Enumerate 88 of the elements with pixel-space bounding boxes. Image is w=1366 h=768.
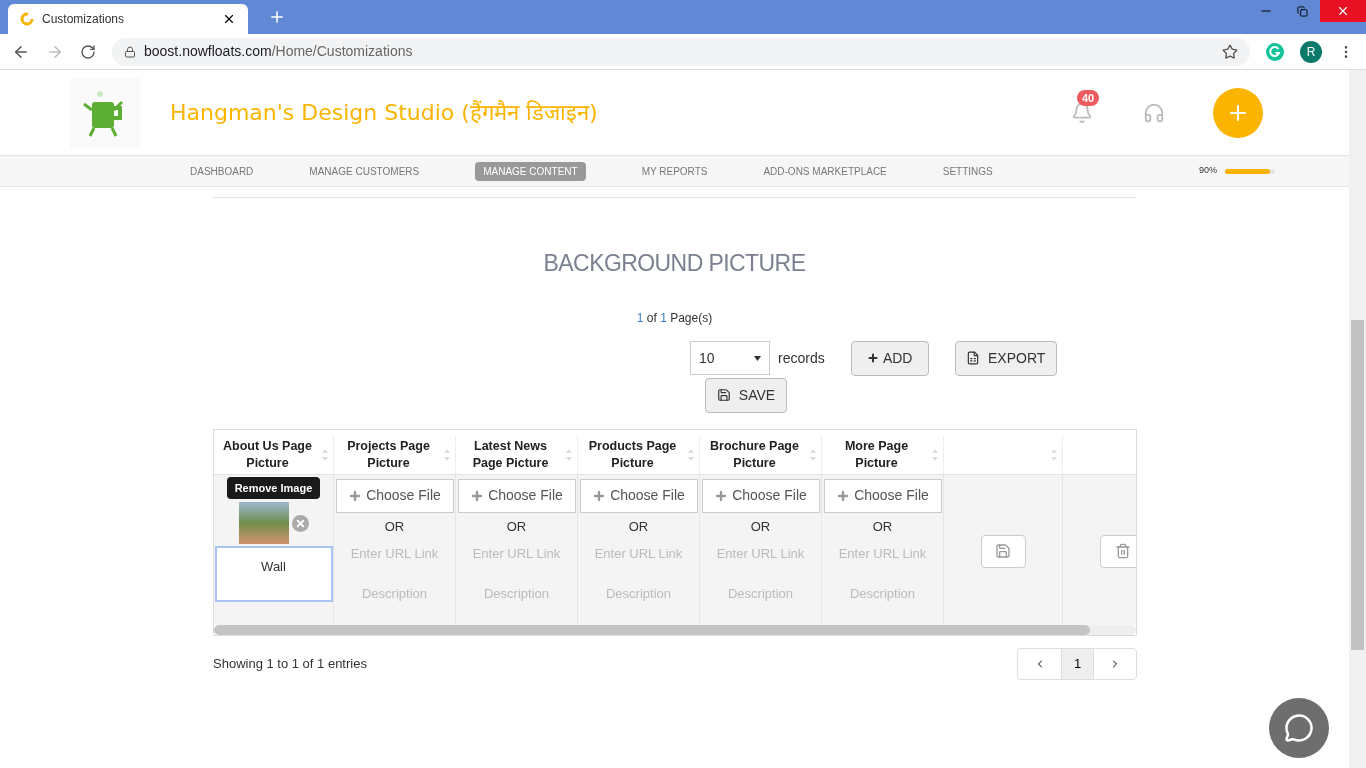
reload-icon[interactable] xyxy=(80,43,96,60)
plus-icon xyxy=(836,488,851,503)
choose-file-button[interactable]: Choose File xyxy=(823,478,942,513)
description-field[interactable]: Description xyxy=(339,583,450,603)
or-label: OR xyxy=(750,517,771,536)
mug-logo xyxy=(70,77,140,148)
chat-button[interactable] xyxy=(1269,698,1329,758)
plus-icon xyxy=(866,352,879,364)
page-info: 1 of 1 Page(s) xyxy=(635,309,714,327)
caret-icon xyxy=(754,355,761,361)
notification-count: 40 xyxy=(1077,89,1100,106)
horizontal-scrollbar[interactable] xyxy=(214,624,1136,635)
remove-image-button[interactable] xyxy=(291,514,309,532)
notification-bell-icon[interactable] xyxy=(1071,101,1093,124)
sort-icon[interactable] xyxy=(1050,447,1058,462)
close-icon xyxy=(1336,4,1350,18)
column-header[interactable]: More Page Picture xyxy=(822,435,944,474)
profile-avatar[interactable]: R xyxy=(1300,40,1322,63)
records-label: records xyxy=(778,348,825,368)
photo-placeholder xyxy=(238,502,289,544)
nav-tab[interactable]: SETTINGS xyxy=(942,163,993,179)
browser-tab[interactable]: Customizations xyxy=(8,4,248,34)
nav-tab[interactable]: DASHBOARD xyxy=(190,163,254,179)
chat-bubble-icon xyxy=(1284,713,1314,743)
nav-tab[interactable]: MY REPORTS xyxy=(641,163,708,179)
url-field[interactable]: Enter URL Link xyxy=(339,544,450,564)
column-header[interactable]: Latest News Page Picture xyxy=(456,435,578,474)
url-field[interactable]: Enter URL Link xyxy=(461,544,572,564)
column-header[interactable]: Brochure Page Picture xyxy=(700,435,822,474)
choose-file-button[interactable]: Choose File xyxy=(335,478,454,513)
column-header[interactable]: Products Page Picture xyxy=(578,435,700,474)
brand-title: Hangman's Design Studio (हैंगमैन डिजाइन) xyxy=(170,99,598,127)
window-close-button[interactable] xyxy=(1320,0,1366,22)
or-label: OR xyxy=(872,517,893,536)
records-select[interactable]: 10 xyxy=(690,341,770,375)
remove-image-tooltip: Remove Image xyxy=(226,476,321,499)
sort-icon[interactable] xyxy=(687,447,695,462)
description-field[interactable]: Description xyxy=(705,583,816,603)
close-icon xyxy=(294,517,306,529)
url-field[interactable]: Enter URL Link xyxy=(583,544,694,564)
bookmark-star-icon[interactable] xyxy=(1222,43,1238,60)
sort-icon[interactable] xyxy=(809,447,817,462)
nav-tab[interactable]: ADD-ONS MARKETPLACE xyxy=(763,163,887,179)
description-field[interactable]: Wall xyxy=(214,546,333,602)
new-tab-icon[interactable] xyxy=(268,8,286,26)
or-label: OR xyxy=(628,517,649,536)
page-button[interactable]: 1 xyxy=(1062,648,1094,679)
description-field[interactable]: Description xyxy=(461,583,572,603)
spreadsheet-icon xyxy=(966,351,981,365)
site-logo-icon xyxy=(20,12,34,26)
address-field[interactable]: boost.nowfloats.com/Home/Customizations xyxy=(112,37,1250,66)
close-icon[interactable] xyxy=(222,12,236,26)
export-button[interactable]: EXPORT xyxy=(954,340,1057,376)
plus-icon xyxy=(714,488,729,503)
choose-file-button[interactable]: Choose File xyxy=(457,478,576,513)
entries-info: Showing 1 to 1 of 1 entries xyxy=(213,654,368,673)
description-field[interactable]: Description xyxy=(827,583,938,603)
choose-file-button[interactable]: Choose File xyxy=(579,478,698,513)
add-button[interactable] xyxy=(1213,87,1263,138)
trash-icon xyxy=(1114,543,1131,559)
tab-title: Customizations xyxy=(42,11,126,28)
sort-icon[interactable] xyxy=(443,447,451,462)
plus-icon xyxy=(348,488,363,503)
or-label: OR xyxy=(506,517,527,536)
nav-tab[interactable]: MANAGE CUSTOMERS xyxy=(309,163,420,179)
add-record-button[interactable]: ADD xyxy=(850,340,929,376)
section-title: BACKGROUND PICTURE xyxy=(542,249,807,278)
profile-completion-reading: 90% xyxy=(1199,164,1217,178)
save-button[interactable]: SAVE xyxy=(705,377,787,413)
extension-icon[interactable] xyxy=(1266,42,1284,61)
column-header[interactable]: About Us Page Picture xyxy=(214,435,334,474)
url-field[interactable]: Enter URL Link xyxy=(705,544,816,564)
url-field[interactable]: Enter URL Link xyxy=(827,544,938,564)
description-field[interactable]: Description xyxy=(583,583,694,603)
sort-icon[interactable] xyxy=(321,447,329,462)
lock-icon xyxy=(124,45,136,58)
headset-icon[interactable] xyxy=(1143,101,1165,124)
restore-icon[interactable] xyxy=(1297,5,1308,17)
choose-file-button[interactable]: Choose File xyxy=(701,478,820,513)
plus-icon xyxy=(592,488,607,503)
plus-icon xyxy=(470,488,485,503)
column-header[interactable]: Projects Page Picture xyxy=(334,435,456,474)
sort-icon[interactable] xyxy=(565,447,573,462)
page-scrollbar[interactable] xyxy=(1349,70,1366,768)
sort-icon[interactable] xyxy=(931,447,939,462)
or-label: OR xyxy=(384,517,405,536)
delete-row-button[interactable] xyxy=(1100,534,1136,568)
save-row-button[interactable] xyxy=(980,534,1026,568)
